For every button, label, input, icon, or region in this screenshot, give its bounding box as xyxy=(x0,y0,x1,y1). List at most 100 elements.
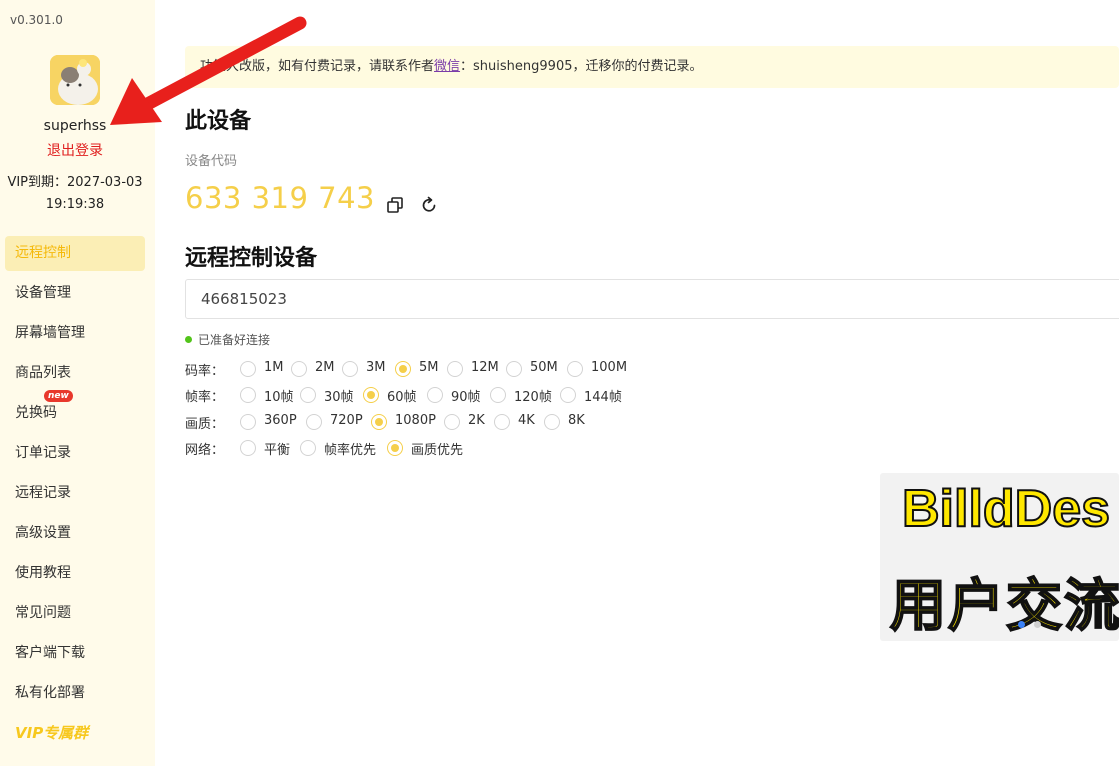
app-version: v0.301.0 xyxy=(10,13,63,27)
sidebar-item-client-download[interactable]: 客户端下载 xyxy=(5,636,145,671)
option-label: 144帧 xyxy=(584,390,622,405)
radio-circle xyxy=(240,414,256,430)
option-label: 10帧 xyxy=(264,390,294,405)
radio-circle xyxy=(567,361,583,377)
option-label: 30帧 xyxy=(324,390,354,405)
option-label: 2K xyxy=(468,413,485,428)
radio-circle-checked xyxy=(387,440,403,456)
sidebar-item-label: 私有化部署 xyxy=(15,685,85,701)
radio-circle xyxy=(560,387,576,403)
promo-banner[interactable]: BilldDes 用户交流 xyxy=(880,473,1119,641)
avatar[interactable] xyxy=(50,55,100,105)
sidebar-menu: 远程控制 设备管理 屏幕墙管理 商品列表 兑换码 new 订单记录 远程记录 高级… xyxy=(5,236,145,756)
sidebar-item-label: 远程控制 xyxy=(15,245,71,261)
option-label: 帧率优先 xyxy=(324,443,377,458)
banner-title: BilldDes xyxy=(901,479,1111,539)
quality-label: 画质： xyxy=(185,417,225,432)
sidebar-item-label: VIP专属群 xyxy=(15,724,89,742)
this-device-title: 此设备 xyxy=(185,109,252,134)
option-label: 100M xyxy=(591,360,628,375)
carousel-dot-active[interactable] xyxy=(1018,621,1025,628)
sidebar-item-vip-group[interactable]: VIP专属群 xyxy=(5,716,145,751)
network-label: 网络： xyxy=(185,443,225,458)
vip-expiry: VIP到期：2027-03-03 19:19:38 xyxy=(7,175,143,212)
avatar-image xyxy=(50,55,100,105)
sidebar-item-orders[interactable]: 订单记录 xyxy=(5,436,145,471)
sidebar-item-label: 客户端下载 xyxy=(15,645,85,661)
wechat-link[interactable]: 微信 xyxy=(434,59,460,74)
device-code: 633 319 743 xyxy=(185,181,375,215)
option-label: 120帧 xyxy=(514,390,552,405)
option-label: 4K xyxy=(518,413,535,428)
option-label: 1M xyxy=(264,360,284,375)
sidebar-item-remote-control[interactable]: 远程控制 xyxy=(5,236,145,271)
option-label: 50M xyxy=(530,360,558,375)
framerate-label: 帧率： xyxy=(185,390,225,405)
bitrate-label: 码率： xyxy=(185,364,225,379)
remote-control-title: 远程控制设备 xyxy=(185,246,318,271)
connection-status: 已准备好连接 xyxy=(185,331,270,348)
radio-circle xyxy=(544,414,560,430)
sidebar-item-label: 兑换码 xyxy=(15,405,57,421)
radio-circle-checked xyxy=(363,387,379,403)
status-text: 已准备好连接 xyxy=(198,333,271,347)
radio-circle xyxy=(427,387,443,403)
notice-text-suffix: ：shuisheng9905，迁移你的付费记录。 xyxy=(460,59,703,74)
sidebar-item-label: 设备管理 xyxy=(15,285,71,301)
new-badge: new xyxy=(44,390,73,402)
option-label: 720P xyxy=(330,413,363,428)
remote-device-code-input[interactable] xyxy=(185,279,1119,319)
option-label: 画质优先 xyxy=(411,443,464,458)
option-label: 12M xyxy=(471,360,499,375)
option-label: 60帧 xyxy=(387,390,417,405)
radio-circle xyxy=(494,414,510,430)
radio-circle-checked xyxy=(395,361,411,377)
radio-circle xyxy=(444,414,460,430)
sidebar-item-label: 远程记录 xyxy=(15,485,71,501)
sidebar-item-tutorial[interactable]: 使用教程 xyxy=(5,556,145,591)
notice-bar: 功能大改版，如有付费记录，请联系作者微信：shuisheng9905，迁移你的付… xyxy=(185,46,1119,88)
notice-text: 功能大改版，如有付费记录，请联系作者 xyxy=(200,59,435,74)
option-label: 360P xyxy=(264,413,297,428)
sidebar-item-label: 高级设置 xyxy=(15,525,71,541)
radio-circle xyxy=(291,361,307,377)
sidebar-item-label: 常见问题 xyxy=(15,605,71,621)
refresh-icon[interactable] xyxy=(420,196,438,214)
sidebar-item-private-deploy[interactable]: 私有化部署 xyxy=(5,676,145,711)
banner-subtitle: 用户交流 xyxy=(889,573,1119,640)
radio-circle xyxy=(300,387,316,403)
sidebar-item-advanced-settings[interactable]: 高级设置 xyxy=(5,516,145,551)
option-label: 2M xyxy=(315,360,335,375)
option-label: 1080P xyxy=(395,413,436,428)
option-label: 5M xyxy=(419,360,439,375)
sidebar-item-label: 订单记录 xyxy=(15,445,71,461)
radio-circle xyxy=(240,440,256,456)
radio-circle xyxy=(506,361,522,377)
logout-link[interactable]: 退出登录 xyxy=(0,140,150,160)
radio-circle xyxy=(300,440,316,456)
sidebar-item-products[interactable]: 商品列表 xyxy=(5,356,145,391)
radio-circle xyxy=(342,361,358,377)
sidebar-item-redeem-code[interactable]: 兑换码 new xyxy=(5,390,145,431)
username: superhss xyxy=(43,118,107,134)
radio-circle xyxy=(306,414,322,430)
radio-circle xyxy=(240,361,256,377)
sidebar-item-faq[interactable]: 常见问题 xyxy=(5,596,145,631)
radio-circle xyxy=(240,387,256,403)
sidebar-item-device-management[interactable]: 设备管理 xyxy=(5,276,145,311)
device-code-label: 设备代码 xyxy=(185,154,238,169)
sidebar-item-label: 使用教程 xyxy=(15,565,71,581)
status-dot-icon xyxy=(185,336,192,343)
sidebar: v0.301.0 superhss 退出登录 VIP到期：2027-03-03 … xyxy=(0,0,155,766)
sidebar-item-remote-history[interactable]: 远程记录 xyxy=(5,476,145,511)
radio-circle xyxy=(447,361,463,377)
radio-circle xyxy=(490,387,506,403)
carousel-dot[interactable] xyxy=(1034,621,1041,628)
sidebar-item-label: 商品列表 xyxy=(15,365,71,381)
copy-icon[interactable] xyxy=(386,196,404,214)
option-label: 8K xyxy=(568,413,585,428)
radio-circle-checked xyxy=(371,414,387,430)
option-label: 90帧 xyxy=(451,390,481,405)
option-label: 平衡 xyxy=(264,443,291,458)
sidebar-item-screen-wall[interactable]: 屏幕墙管理 xyxy=(5,316,145,351)
